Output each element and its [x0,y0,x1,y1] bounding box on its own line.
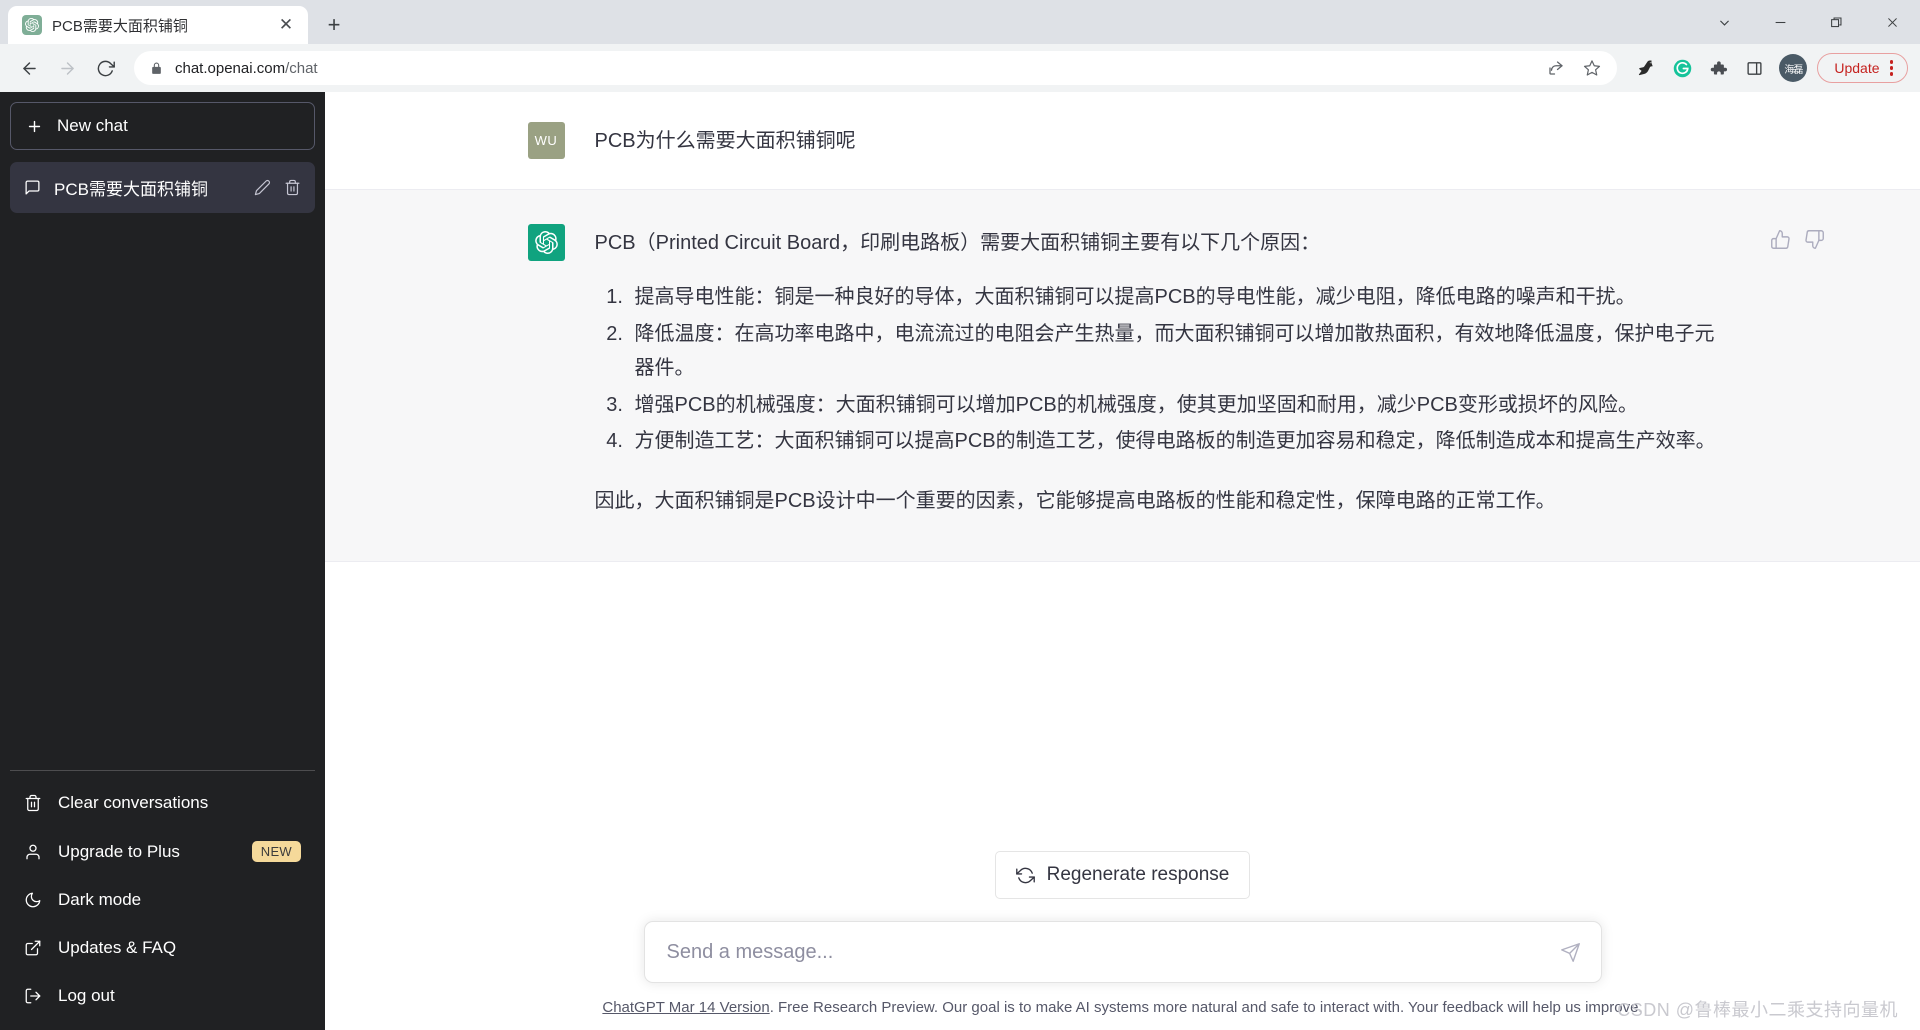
sidebar-item-upgrade-to-plus[interactable]: Upgrade to Plus NEW [10,827,315,876]
browser-toolbar: chat.openai.com/chat 海磊 Update [0,44,1920,92]
chat-input[interactable] [666,940,1560,964]
window-controls [1696,0,1920,44]
update-button[interactable]: Update [1817,53,1908,83]
pencil-icon[interactable] [254,179,271,196]
page-content: New chat PCB需要大面积铺铜 Clear conversations … [0,92,1920,1030]
message-composer[interactable] [643,921,1602,983]
bookmark-star-icon[interactable] [1575,51,1609,85]
openai-logo-icon [527,224,565,261]
logout-icon [24,987,42,1005]
message-text: PCB为什么需要大面积铺铜呢 [595,122,1728,159]
trash-icon [24,794,42,812]
url-text: chat.openai.com/chat [175,60,318,77]
reload-icon[interactable] [88,51,122,85]
url-path: /chat [285,59,318,77]
list-item: 提高导电性能：铜是一种良好的导体，大面积铺铜可以提高PCB的导电性能，减少电阻，… [629,280,1728,314]
regenerate-label: Regenerate response [1046,864,1230,885]
close-window-icon[interactable] [1864,0,1920,44]
external-link-icon [24,939,42,957]
new-chat-button[interactable]: New chat [10,102,315,150]
share-icon[interactable] [1539,51,1573,85]
conversation-list: PCB需要大面积铺铜 [10,162,315,213]
forward-icon[interactable] [50,51,84,85]
back-icon[interactable] [12,51,46,85]
url-host: chat.openai.com [175,59,286,77]
new-tab-button[interactable]: + [318,9,350,41]
message-text: PCB（Printed Circuit Board，印刷电路板）需要大面积铺铜主… [595,224,1728,519]
disclaimer-text: . Free Research Preview. Our goal is to … [769,999,1643,1016]
assistant-reason-list: 提高导电性能：铜是一种良好的导体，大面积铺铜可以提高PCB的导电性能，减少电阻，… [595,280,1728,458]
side-panel-icon[interactable] [1737,51,1771,85]
list-item: 方便制造工艺：大面积铺铜可以提高PCB的制造工艺，使得电路板的制造更加容易和稳定… [629,424,1728,458]
sidebar-item-label: Clear conversations [58,793,209,812]
grammarly-icon[interactable] [1665,51,1699,85]
thumbs-down-icon[interactable] [1802,226,1828,252]
moon-icon [24,891,42,909]
trash-icon[interactable] [284,179,301,196]
puzzle-extensions-icon[interactable] [1701,51,1735,85]
new-chat-label: New chat [57,116,128,135]
plus-icon [26,118,43,135]
bird-extension-icon[interactable] [1629,51,1663,85]
assistant-closing: 因此，大面积铺铜是PCB设计中一个重要的因素，它能够提高电路板的性能和稳定性，保… [594,490,1556,513]
user-message-text: PCB为什么需要大面积铺铜呢 [594,130,856,152]
send-icon[interactable] [1560,942,1581,963]
list-item: 降低温度：在高功率电路中，电流流过的电阻会产生热量，而大面积铺铜可以增加散热面积… [629,317,1728,386]
tab-close-icon[interactable]: ✕ [274,13,298,37]
browser-tab[interactable]: PCB需要大面积铺铜 ✕ [8,6,308,44]
sidebar-item-label: Log out [58,986,115,1005]
assistant-intro: PCB（Printed Circuit Board，印刷电路板）需要大面积铺铜主… [594,232,1321,254]
sidebar-item-clear-conversations[interactable]: Clear conversations [10,779,315,827]
footer-disclaimer: ChatGPT Mar 14 Version. Free Research Pr… [602,999,1642,1016]
toolbar-extensions: 海磊 Update [1629,51,1908,85]
sidebar: New chat PCB需要大面积铺铜 Clear conversations … [0,92,325,1030]
chat-bubble-icon [24,179,41,196]
address-bar[interactable]: chat.openai.com/chat [134,51,1618,85]
tab-strip: PCB需要大面积铺铜 ✕ + [0,0,1920,44]
sidebar-item-label: Dark mode [58,890,142,909]
user-message: WU PCB为什么需要大面积铺铜呢 [325,92,1920,189]
composer-area: Regenerate response ChatGPT Mar 14 Versi… [325,851,1920,1030]
new-badge: NEW [251,841,301,862]
minimize-icon[interactable] [1752,0,1808,44]
tab-title: PCB需要大面积铺铜 [52,17,188,35]
sidebar-item-log-out[interactable]: Log out [10,972,315,1020]
sidebar-item-updates-faq[interactable]: Updates & FAQ [10,924,315,972]
chrome-menu-icon[interactable] [1889,60,1893,76]
assistant-message: PCB（Printed Circuit Board，印刷电路板）需要大面积铺铜主… [325,189,1920,562]
browser-window: PCB需要大面积铺铜 ✕ + chat.openai.com/chat 海磊 U… [0,0,1920,1030]
update-label: Update [1834,60,1880,76]
sidebar-item-label: Updates & FAQ [58,938,177,957]
sidebar-item-dark-mode[interactable]: Dark mode [10,876,315,924]
version-link[interactable]: ChatGPT Mar 14 Version [602,999,769,1016]
conversation-title: PCB需要大面积铺铜 [54,180,208,199]
sidebar-item-label: Upgrade to Plus [58,841,180,861]
openai-logo-icon [22,15,42,35]
chat-main: WU PCB为什么需要大面积铺铜呢 PCB（Printed Circuit Bo… [325,92,1920,1030]
conversation-item-active[interactable]: PCB需要大面积铺铜 [10,162,315,213]
person-icon [24,843,42,861]
maximize-icon[interactable] [1808,0,1864,44]
profile-avatar[interactable]: 海磊 [1779,54,1808,82]
list-item: 增强PCB的机械强度：大面积铺铜可以增加PCB的机械强度，使其更加坚固和耐用，减… [629,388,1728,422]
message-rating-controls [1768,226,1828,252]
lock-icon [150,62,163,75]
thumbs-up-icon[interactable] [1768,226,1794,252]
sidebar-footer: Clear conversations Upgrade to Plus NEW … [10,770,315,1020]
regenerate-response-button[interactable]: Regenerate response [994,851,1251,899]
avatar: WU [527,122,565,159]
refresh-icon [1015,866,1035,885]
tab-search-icon[interactable] [1696,0,1752,44]
